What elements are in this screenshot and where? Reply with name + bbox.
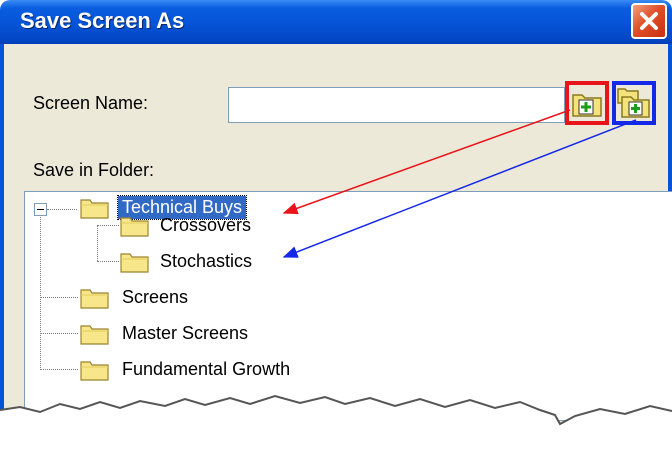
tree-item-crossovers[interactable]: Crossovers bbox=[120, 214, 255, 237]
tree-item-label: Screens bbox=[122, 287, 189, 307]
tree-item-label: Crossovers bbox=[160, 215, 252, 235]
new-folder-icon bbox=[572, 94, 602, 117]
tree-item-label: Fundamental Growth bbox=[122, 359, 291, 379]
tree-connector bbox=[97, 225, 98, 261]
folder-icon bbox=[80, 360, 109, 381]
close-icon bbox=[640, 12, 658, 30]
save-screen-dialog: Save Screen As Screen Name: Save in Fold… bbox=[0, 0, 672, 452]
tree-item-label: Master Screens bbox=[122, 323, 249, 343]
new-subfolder-icon bbox=[617, 88, 650, 118]
screen-name-input[interactable] bbox=[228, 87, 565, 123]
close-button[interactable] bbox=[631, 3, 667, 39]
tree-connector bbox=[47, 209, 77, 210]
title-bar[interactable]: Save Screen As bbox=[0, 0, 672, 44]
tree-connector bbox=[97, 225, 119, 226]
tree-item-stochastics[interactable]: Stochastics bbox=[120, 250, 256, 273]
tree-item-fundamental-growth[interactable]: Fundamental Growth bbox=[80, 358, 294, 381]
collapse-toggle[interactable] bbox=[34, 203, 47, 216]
tree-connector bbox=[40, 369, 78, 370]
tree-connector bbox=[40, 217, 41, 370]
folder-icon bbox=[80, 288, 109, 309]
tree-connector bbox=[40, 297, 78, 298]
tree-item-master-screens[interactable]: Master Screens bbox=[80, 322, 252, 345]
folder-icon bbox=[120, 216, 149, 237]
dialog-title: Save Screen As bbox=[20, 8, 185, 33]
new-subfolder-button[interactable] bbox=[612, 81, 656, 125]
save-in-folder-label: Save in Folder: bbox=[33, 160, 155, 180]
tree-connector bbox=[97, 261, 119, 262]
folder-icon bbox=[80, 324, 109, 345]
tree-connector bbox=[40, 333, 78, 334]
tree-item-label: Stochastics bbox=[160, 251, 253, 271]
new-folder-button[interactable] bbox=[565, 81, 609, 125]
tree-item-screens[interactable]: Screens bbox=[80, 286, 192, 309]
screen-name-label: Screen Name: bbox=[33, 93, 149, 113]
folder-icon bbox=[80, 198, 109, 219]
folder-icon bbox=[120, 252, 149, 273]
